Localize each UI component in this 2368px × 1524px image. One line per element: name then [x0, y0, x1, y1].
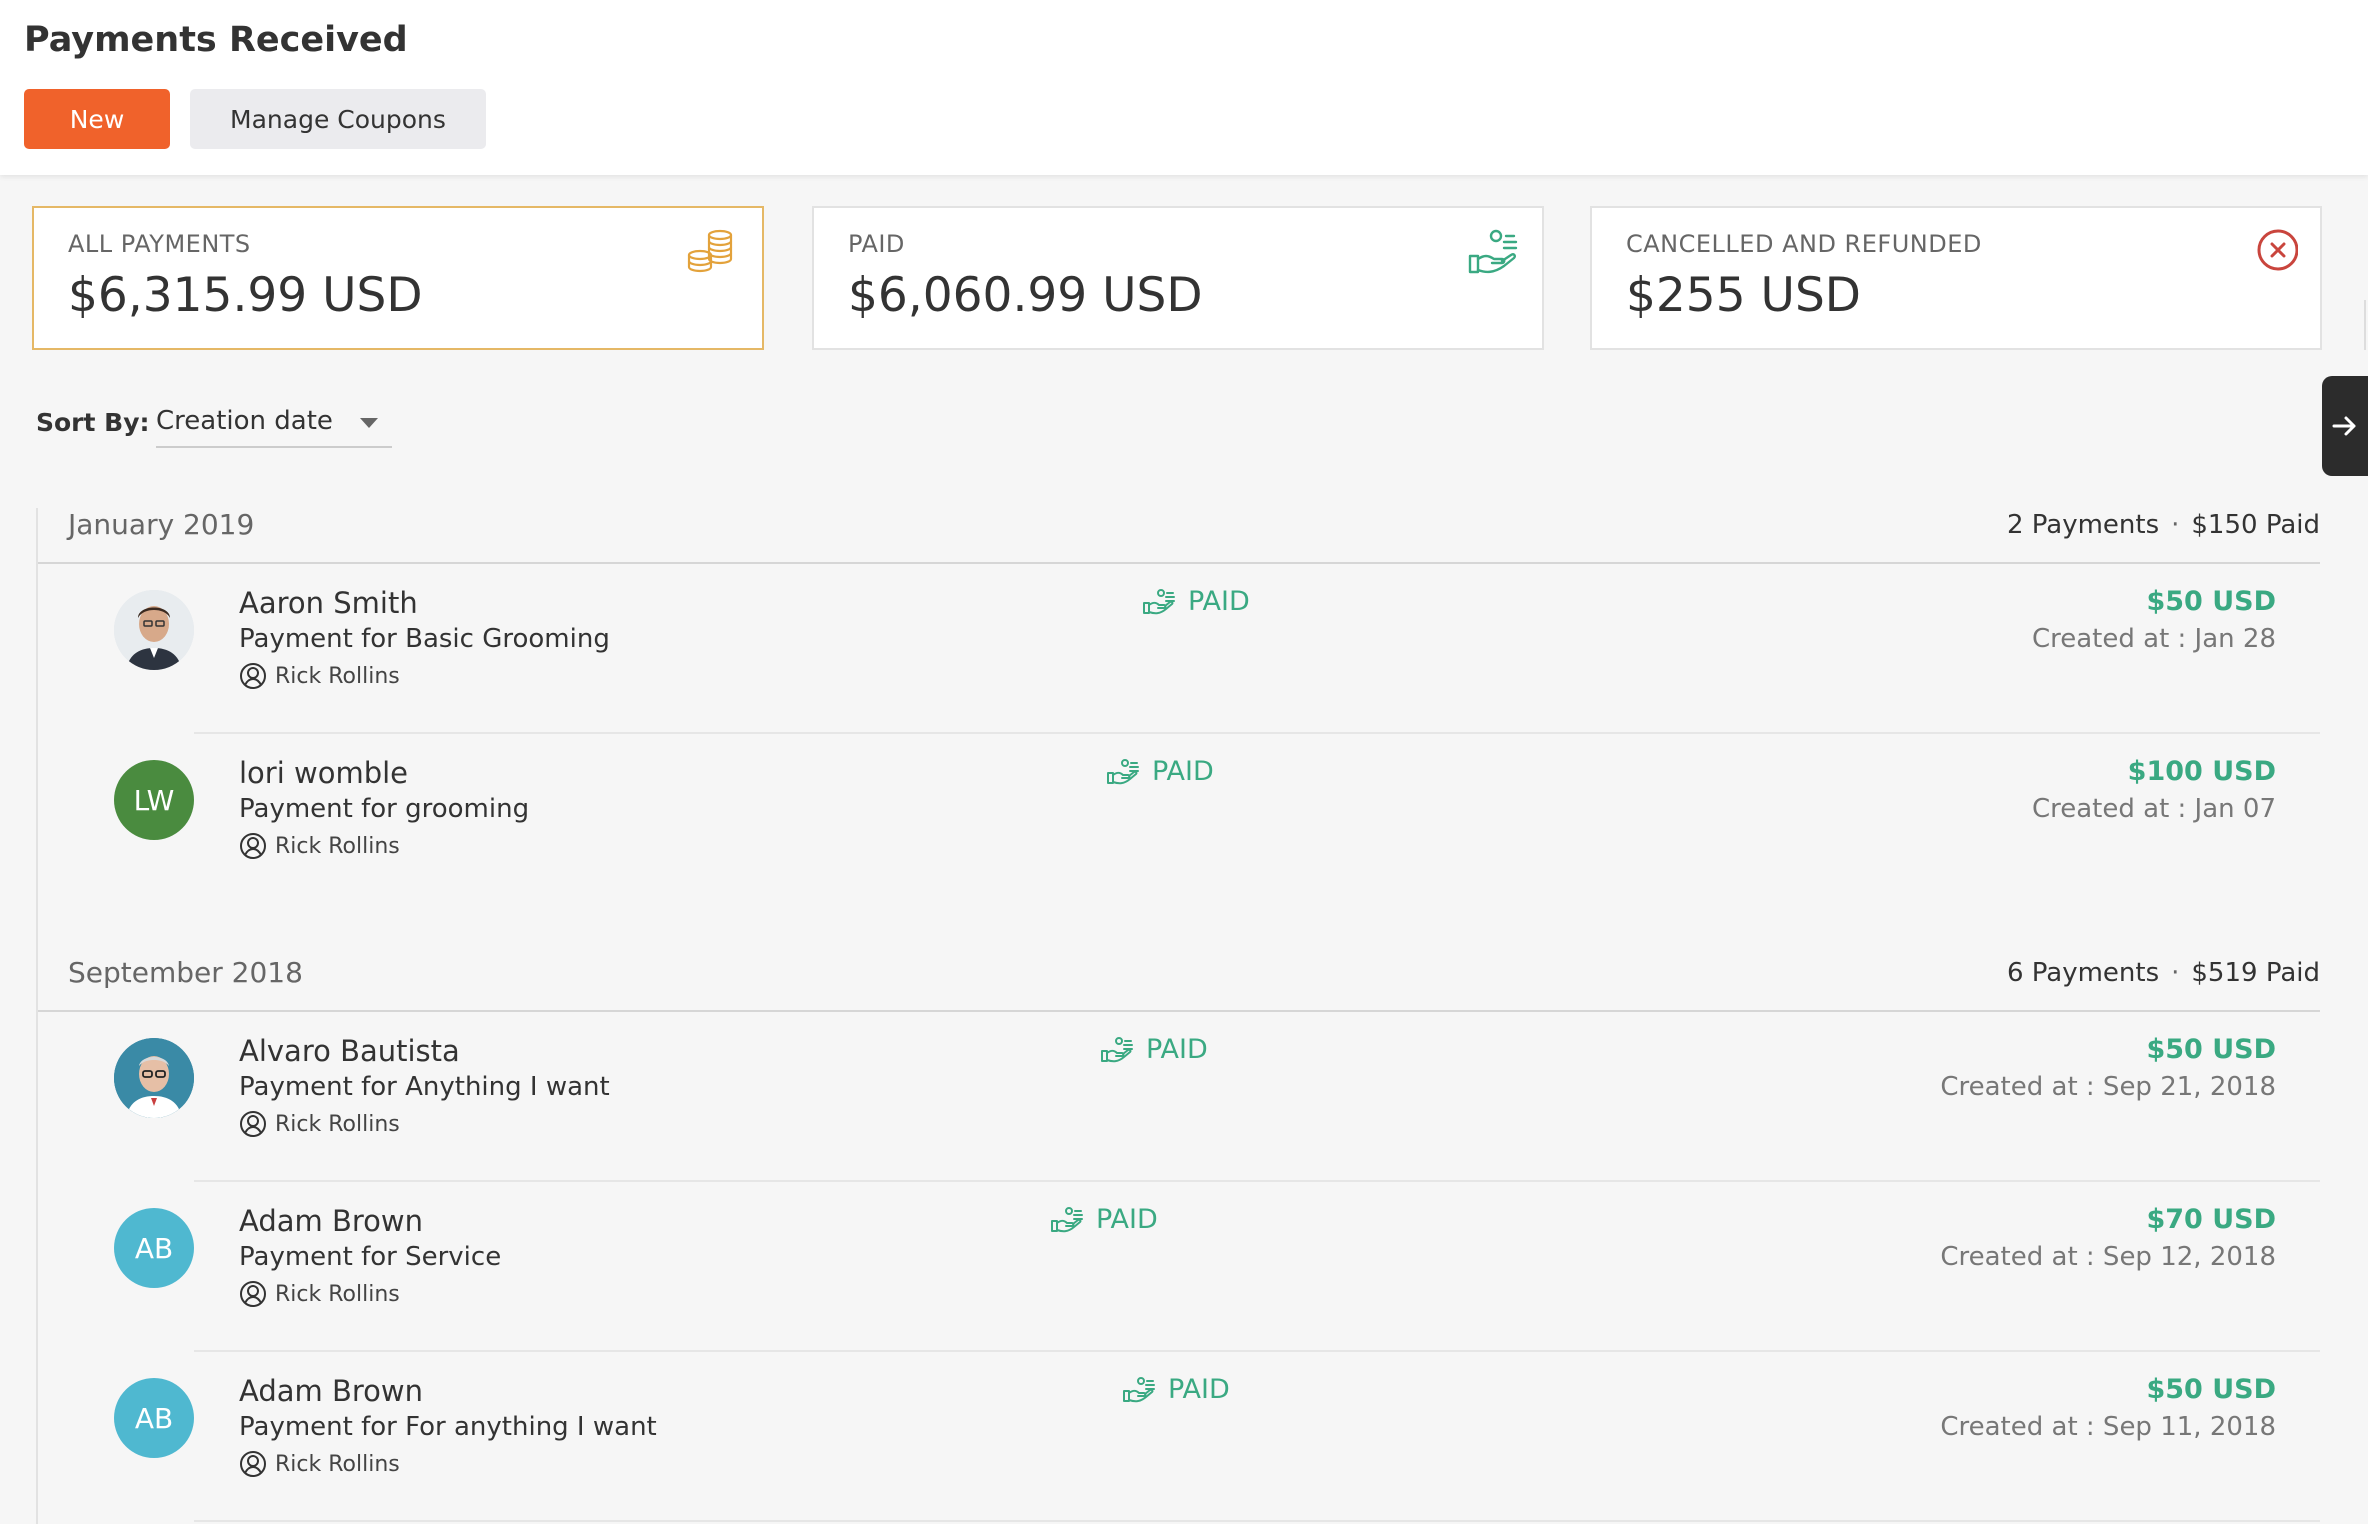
hand-money-icon: [1468, 229, 1518, 274]
group-title: January 2019: [68, 508, 255, 541]
hand-money-icon: [1107, 758, 1139, 784]
payment-row[interactable]: AB Adam Brown Payment for For anything I…: [38, 1352, 2320, 1522]
payer-name[interactable]: Aaron Smith: [239, 586, 418, 620]
divider: [2364, 300, 2366, 350]
manage-coupons-button[interactable]: Manage Coupons: [190, 89, 486, 149]
staff-member: Rick Rollins: [239, 1110, 400, 1138]
staff-name: Rick Rollins: [275, 1111, 400, 1137]
status-badge: PAID: [1050, 1204, 1158, 1235]
payer-name[interactable]: Adam Brown: [239, 1374, 423, 1408]
staff-name: Rick Rollins: [275, 663, 400, 689]
status-badge: PAID: [1100, 1034, 1208, 1065]
status-text: PAID: [1152, 756, 1214, 787]
payment-amount: $50 USD: [2146, 1034, 2276, 1065]
created-date: Created at : Jan 28: [2031, 624, 2276, 654]
created-date: Created at : Sep 21, 2018: [1940, 1072, 2276, 1102]
avatar: [114, 1038, 194, 1118]
hand-money-icon: [1143, 588, 1175, 614]
card-label: PAID: [848, 230, 905, 258]
created-date: Created at : Sep 12, 2018: [1940, 1242, 2276, 1272]
staff-member: Rick Rollins: [239, 1450, 400, 1478]
card-label: ALL PAYMENTS: [68, 230, 251, 258]
page-title: Payments Received: [24, 20, 408, 60]
sort-label: Sort By:: [36, 408, 150, 437]
payment-amount: $70 USD: [2146, 1204, 2276, 1235]
user-circle-icon: [240, 663, 266, 689]
payment-amount: $100 USD: [2127, 756, 2276, 787]
user-circle-icon: [240, 1451, 266, 1477]
divider: [194, 1520, 2320, 1522]
arrow-right-icon: [2332, 416, 2356, 436]
payer-name[interactable]: Alvaro Bautista: [239, 1034, 460, 1068]
group-summary: 6 Payments · $519 Paid: [2007, 958, 2320, 988]
card-value: $6,060.99 USD: [848, 268, 1203, 323]
hand-money-icon: [1101, 1036, 1133, 1062]
circle-x-icon: [2257, 229, 2298, 271]
card-label: CANCELLED AND REFUNDED: [1626, 230, 1982, 258]
status-badge: PAID: [1142, 586, 1250, 617]
coins-icon: [687, 229, 733, 273]
avatar: [114, 590, 194, 670]
status-badge: PAID: [1122, 1374, 1230, 1405]
group-paid: $150 Paid: [2191, 510, 2320, 540]
staff-name: Rick Rollins: [275, 1281, 400, 1307]
card-value: $6,315.99 USD: [68, 268, 423, 323]
created-date: Created at : Jan 07: [2031, 794, 2276, 824]
group-summary: 2 Payments · $150 Paid: [2007, 510, 2320, 540]
status-text: PAID: [1146, 1034, 1208, 1065]
sort-value: Creation date: [156, 406, 333, 436]
payment-description: Payment for For anything I want: [239, 1412, 657, 1442]
paid-card[interactable]: PAID $6,060.99 USD: [812, 206, 1544, 350]
avatar: LW: [114, 760, 194, 840]
payment-amount: $50 USD: [2146, 586, 2276, 617]
page-header: Payments Received New Manage Coupons: [0, 0, 2368, 175]
user-circle-icon: [240, 1111, 266, 1137]
all-payments-card[interactable]: ALL PAYMENTS $6,315.99 USD: [32, 206, 764, 350]
new-payment-button[interactable]: New: [24, 89, 170, 149]
sort-dropdown[interactable]: Creation date: [156, 398, 392, 448]
payment-row[interactable]: Aaron Smith Payment for Basic Grooming R…: [38, 564, 2320, 734]
hand-money-icon: [1051, 1206, 1083, 1232]
group-title: September 2018: [68, 956, 303, 989]
card-value: $255 USD: [1626, 268, 1861, 323]
avatar: AB: [114, 1378, 194, 1458]
payment-description: Payment for Anything I want: [239, 1072, 610, 1102]
group-count: 6 Payments: [2006, 958, 2160, 988]
payment-row[interactable]: Alvaro Bautista Payment for Anything I w…: [38, 1012, 2320, 1182]
payment-description: Payment for grooming: [239, 794, 530, 824]
group-header: September 2018 6 Payments · $519 Paid: [38, 956, 2320, 1012]
payment-amount: $50 USD: [2146, 1374, 2276, 1405]
staff-member: Rick Rollins: [239, 832, 400, 860]
created-date: Created at : Sep 11, 2018: [1940, 1412, 2276, 1442]
separator-dot: ·: [2171, 958, 2180, 988]
chevron-down-icon: [360, 418, 378, 428]
hand-money-icon: [1123, 1376, 1155, 1402]
user-circle-icon: [240, 833, 266, 859]
payment-description: Payment for Basic Grooming: [239, 624, 610, 654]
status-text: PAID: [1188, 586, 1250, 617]
group-header: January 2019 2 Payments · $150 Paid: [38, 508, 2320, 564]
cancelled-refunded-card[interactable]: CANCELLED AND REFUNDED $255 USD: [1590, 206, 2322, 350]
status-text: PAID: [1168, 1374, 1230, 1405]
status-text: PAID: [1096, 1204, 1158, 1235]
staff-member: Rick Rollins: [239, 1280, 400, 1308]
staff-name: Rick Rollins: [275, 1451, 400, 1477]
avatar: AB: [114, 1208, 194, 1288]
payment-description: Payment for Service: [239, 1242, 502, 1272]
payment-row[interactable]: LW lori womble Payment for grooming Rick…: [38, 734, 2320, 904]
staff-member: Rick Rollins: [239, 662, 400, 690]
side-panel-toggle[interactable]: [2322, 376, 2368, 476]
status-badge: PAID: [1106, 756, 1214, 787]
separator-dot: ·: [2171, 510, 2180, 540]
payment-row[interactable]: AB Adam Brown Payment for Service Rick R…: [38, 1182, 2320, 1352]
user-circle-icon: [240, 1281, 266, 1307]
payer-name[interactable]: Adam Brown: [239, 1204, 423, 1238]
group-paid: $519 Paid: [2191, 958, 2320, 988]
group-count: 2 Payments: [2006, 510, 2160, 540]
payments-list: January 2019 2 Payments · $150 Paid Aaron …: [36, 508, 2322, 1524]
staff-name: Rick Rollins: [275, 833, 400, 859]
payer-name[interactable]: lori womble: [239, 756, 408, 790]
